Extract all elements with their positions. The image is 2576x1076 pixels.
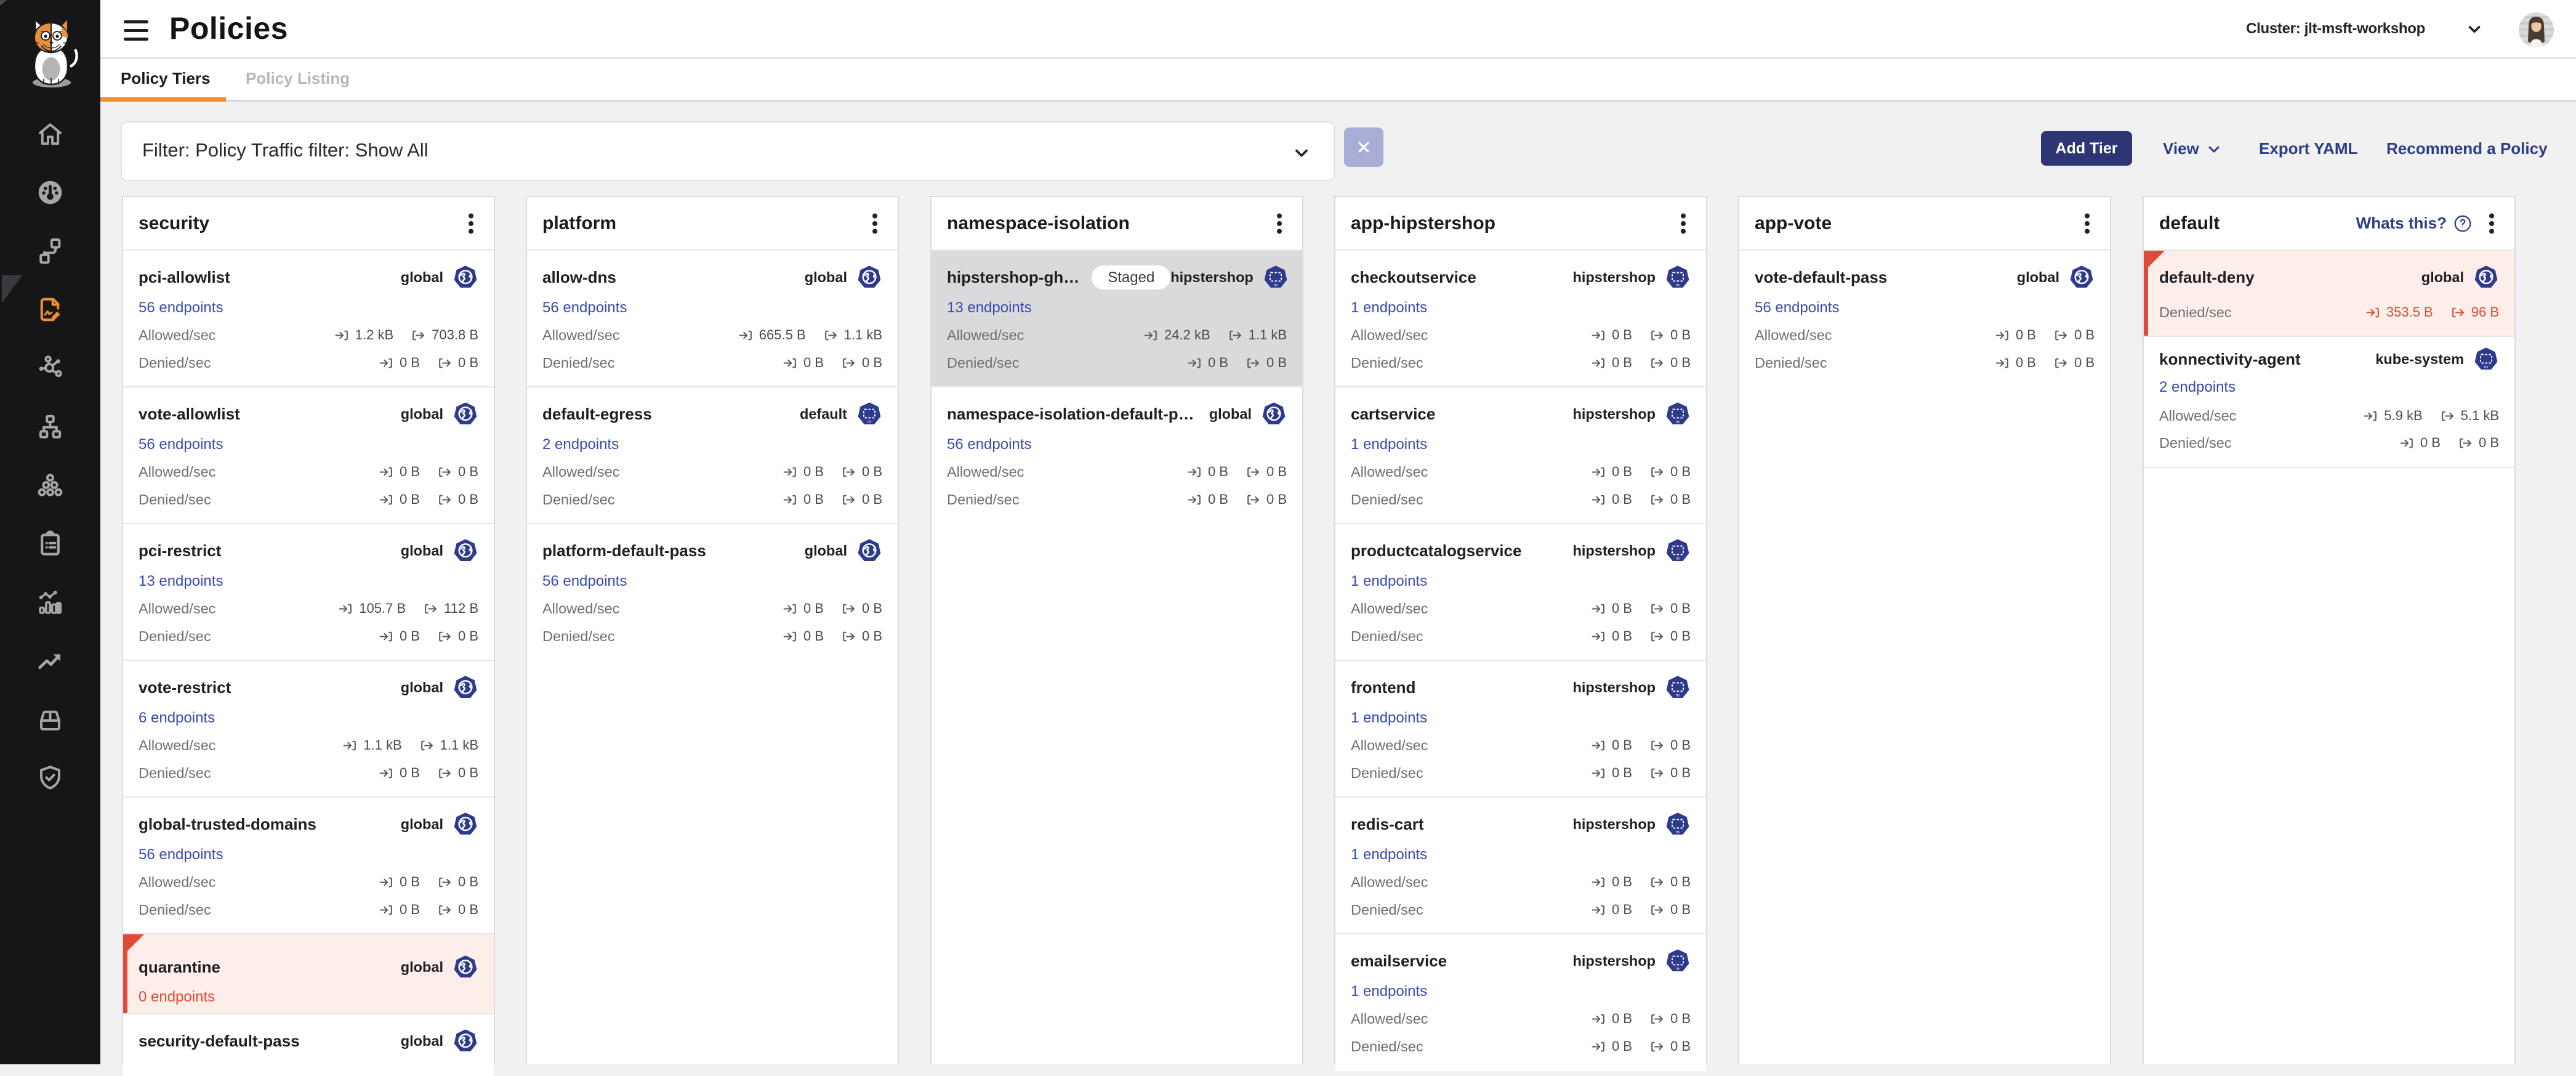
svg-text:ns: ns: [1676, 557, 1680, 560]
svg-text:ns: ns: [1676, 283, 1680, 287]
svg-text:ns: ns: [1676, 830, 1680, 834]
svg-text:ns: ns: [2484, 365, 2488, 369]
svg-text:ns: ns: [1676, 420, 1680, 424]
svg-text:ns: ns: [1274, 283, 1278, 287]
svg-text:ns: ns: [1676, 967, 1680, 971]
svg-text:ns: ns: [867, 420, 871, 424]
svg-text:ns: ns: [1676, 694, 1680, 697]
